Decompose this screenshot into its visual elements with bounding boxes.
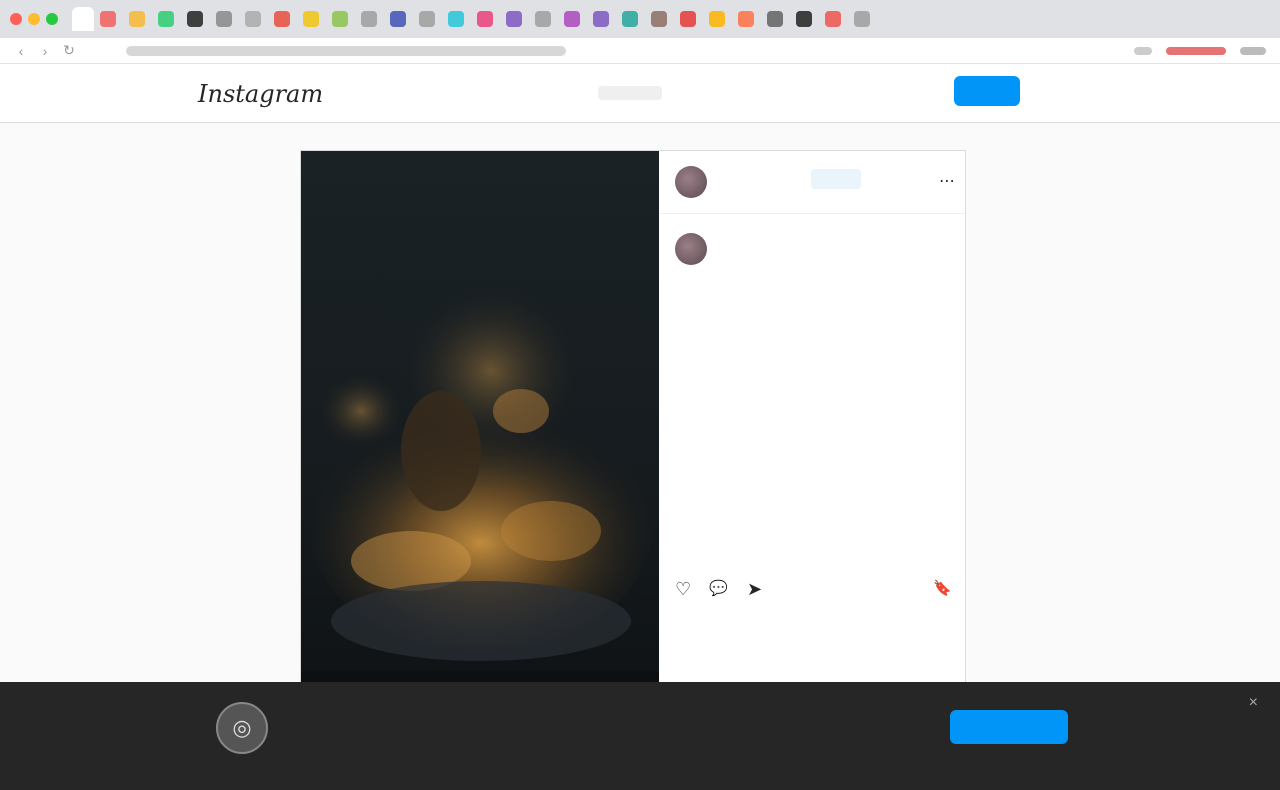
search-input[interactable] xyxy=(598,86,662,100)
extension-icon[interactable] xyxy=(1134,46,1152,55)
post-header: ⋯ xyxy=(659,151,965,214)
post-actions: ♡ 💬 ➤ 🔖 xyxy=(675,579,965,603)
follow-button[interactable] xyxy=(811,169,861,189)
tab-favicon-icon[interactable] xyxy=(593,11,609,27)
avatar[interactable] xyxy=(675,166,707,198)
like-heart-icon[interactable]: ♡ xyxy=(675,579,691,600)
tab-favicon-icon[interactable] xyxy=(680,11,696,27)
tab-favicon-icon[interactable] xyxy=(129,11,145,27)
tab-favicon-icon[interactable] xyxy=(622,11,638,27)
tab-favicon-icon[interactable] xyxy=(390,11,406,27)
tab-favicon-icon[interactable] xyxy=(245,11,261,27)
login-banner: ◎ × xyxy=(0,682,1280,790)
tab-favicon-icon[interactable] xyxy=(796,11,812,27)
tab-favicon-icon[interactable] xyxy=(854,11,870,27)
window-controls[interactable] xyxy=(10,13,58,25)
tab-list xyxy=(100,11,870,27)
tab-favicon-icon[interactable] xyxy=(738,11,754,27)
tab-favicon-icon[interactable] xyxy=(216,11,232,27)
post-card: ⋯ ♡ 💬 ➤ 🔖 xyxy=(300,150,966,711)
bookmark-icon[interactable]: 🔖 xyxy=(933,579,952,597)
tab-favicon-icon[interactable] xyxy=(303,11,319,27)
tab-favicon-icon[interactable] xyxy=(419,11,435,27)
instagram-logo[interactable]: Instagram xyxy=(198,80,323,108)
back-icon[interactable]: ‹ xyxy=(14,43,28,59)
tab-favicon-icon[interactable] xyxy=(535,11,551,27)
tab-favicon-icon[interactable] xyxy=(361,11,377,27)
tab-favicon-icon[interactable] xyxy=(448,11,464,27)
tab-favicon-icon[interactable] xyxy=(709,11,725,27)
toolbar-extensions xyxy=(1134,46,1266,55)
address-bar[interactable] xyxy=(126,45,566,56)
tab-favicon-icon[interactable] xyxy=(187,11,203,27)
banner-login-button[interactable] xyxy=(950,710,1068,744)
tab-favicon-icon[interactable] xyxy=(506,11,522,27)
browser-tabstrip xyxy=(0,0,1280,38)
tab-favicon-icon[interactable] xyxy=(651,11,667,27)
close-icon[interactable]: × xyxy=(1249,694,1258,712)
profile-icon[interactable] xyxy=(1240,46,1266,55)
tab-favicon-icon[interactable] xyxy=(477,11,493,27)
reload-icon[interactable]: ↻ xyxy=(62,42,76,59)
tab-favicon-icon[interactable] xyxy=(100,11,116,27)
extension-icon[interactable] xyxy=(1166,46,1226,55)
comment-icon[interactable]: 💬 xyxy=(709,579,728,597)
close-window-icon[interactable] xyxy=(10,13,22,25)
post-photo-graphic xyxy=(301,151,659,711)
more-options-icon[interactable]: ⋯ xyxy=(939,171,955,191)
minimize-window-icon[interactable] xyxy=(28,13,40,25)
active-tab[interactable] xyxy=(72,7,94,31)
tab-favicon-icon[interactable] xyxy=(825,11,841,27)
maximize-window-icon[interactable] xyxy=(46,13,58,25)
instagram-glyph-icon: ◎ xyxy=(216,702,268,754)
tab-favicon-icon[interactable] xyxy=(274,11,290,27)
tab-favicon-icon[interactable] xyxy=(564,11,580,27)
share-icon[interactable]: ➤ xyxy=(747,579,762,600)
tab-favicon-icon[interactable] xyxy=(158,11,174,27)
avatar[interactable] xyxy=(675,233,707,265)
post-sidebar: ⋯ ♡ 💬 ➤ 🔖 xyxy=(659,151,965,711)
browser-toolbar: ‹ › ↻ xyxy=(0,38,1280,64)
tab-favicon-icon[interactable] xyxy=(332,11,348,27)
tab-favicon-icon[interactable] xyxy=(767,11,783,27)
post-image[interactable] xyxy=(301,151,659,711)
login-button[interactable] xyxy=(954,76,1020,106)
site-header: Instagram xyxy=(0,64,1280,123)
forward-icon[interactable]: › xyxy=(38,43,52,59)
